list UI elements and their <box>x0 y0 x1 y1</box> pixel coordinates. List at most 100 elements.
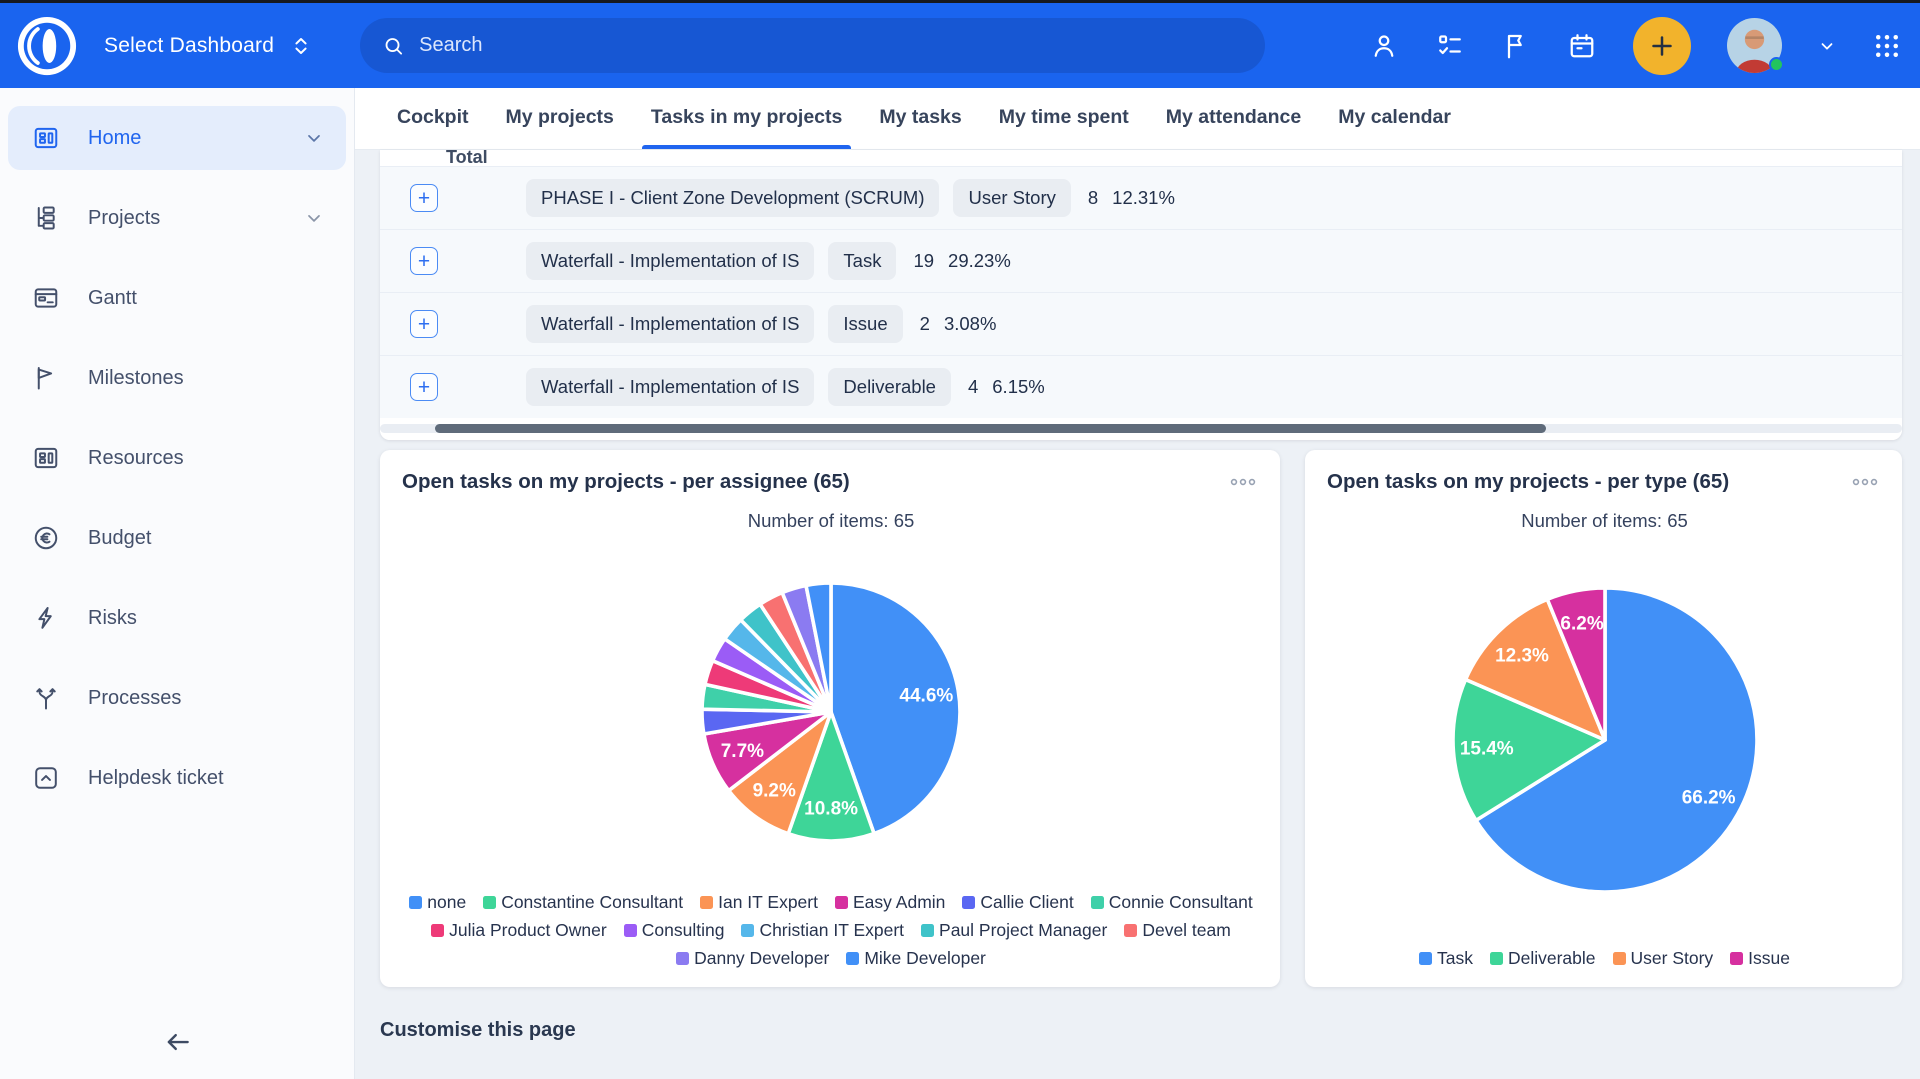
legend-item-consulting: Consulting <box>624 920 725 941</box>
project-pill: Waterfall - Implementation of IS <box>526 305 814 343</box>
pie-percent-label: 6.2% <box>1560 614 1603 635</box>
task-percent: 29.23% <box>948 250 1011 272</box>
milestones-icon <box>32 364 60 392</box>
dashboard-tabs: Cockpit My projects Tasks in my projects… <box>355 88 1920 150</box>
dashboard-selector[interactable]: Select Dashboard <box>104 33 312 59</box>
legend-item-none: none <box>409 892 466 913</box>
legend-color-chip <box>835 896 848 909</box>
sidebar-collapse-button[interactable] <box>0 1027 354 1057</box>
tab-my-calendar[interactable]: My calendar <box>1329 106 1460 149</box>
sidebar-item-home[interactable]: Home <box>8 106 346 170</box>
main-content: Cockpit My projects Tasks in my projects… <box>355 88 1920 1079</box>
table-row: + Waterfall - Implementation of IS Task … <box>380 229 1902 292</box>
sidebar-item-budget[interactable]: Budget <box>8 506 346 570</box>
legend-color-chip <box>676 952 689 965</box>
tab-cockpit[interactable]: Cockpit <box>388 106 478 149</box>
legend-item-christian-it-expert: Christian IT Expert <box>741 920 904 941</box>
tab-tasks-in-my-projects[interactable]: Tasks in my projects <box>642 106 851 149</box>
legend-color-chip <box>1419 952 1432 965</box>
sidebar-item-projects[interactable]: Projects <box>8 186 346 250</box>
total-row-label: Total <box>446 150 488 166</box>
legend-item-mike-developer: Mike Developer <box>846 948 986 969</box>
legend-item-task: Task <box>1419 948 1473 969</box>
easy-project-logo[interactable] <box>16 15 78 77</box>
clipped-total-row: Total <box>380 150 1902 166</box>
sidebar-item-milestones[interactable]: Milestones <box>8 346 346 410</box>
task-count: 2 <box>920 313 930 335</box>
legend-color-chip <box>1091 896 1104 909</box>
sidebar-item-helpdesk-ticket[interactable]: Helpdesk ticket <box>8 746 346 810</box>
legend-item-ian-it-expert: Ian IT Expert <box>700 892 818 913</box>
scrollbar-thumb[interactable] <box>435 424 1546 433</box>
task-list-icon[interactable] <box>1435 31 1465 61</box>
sidebar-item-resources[interactable]: Resources <box>8 426 346 490</box>
tab-my-attendance[interactable]: My attendance <box>1157 106 1310 149</box>
legend-color-chip <box>962 896 975 909</box>
sidebar-item-gantt[interactable]: Gantt <box>8 266 346 330</box>
tab-my-tasks[interactable]: My tasks <box>870 106 970 149</box>
budget-icon <box>32 524 60 552</box>
customise-page-link[interactable]: Customise this page <box>380 1019 576 1042</box>
pie-percent-label: 7.7% <box>721 741 764 762</box>
plus-icon <box>1647 31 1677 61</box>
legend-item-connie-consultant: Connie Consultant <box>1091 892 1253 913</box>
expand-row-button[interactable]: + <box>410 184 438 212</box>
home-icon <box>32 124 60 152</box>
tab-my-time-spent[interactable]: My time spent <box>990 106 1138 149</box>
legend-item-paul-project-manager: Paul Project Manager <box>921 920 1107 941</box>
kebab-menu-icon <box>1852 476 1878 488</box>
expand-row-button[interactable]: + <box>410 373 438 401</box>
legend-item-easy-admin: Easy Admin <box>835 892 945 913</box>
apps-grid-icon[interactable] <box>1872 31 1902 61</box>
collapse-arrow-icon <box>160 1027 194 1057</box>
pie-percent-label: 10.8% <box>804 799 858 820</box>
task-count: 19 <box>913 250 934 272</box>
legend-color-chip <box>1730 952 1743 965</box>
chart-legend: none Constantine Consultant Ian IT Exper… <box>409 892 1254 969</box>
sidebar-item-processes[interactable]: Processes <box>8 666 346 730</box>
legend-color-chip <box>483 896 496 909</box>
calendar-icon[interactable] <box>1567 31 1597 61</box>
table-row: + Waterfall - Implementation of IS Issue… <box>380 292 1902 355</box>
flag-icon[interactable] <box>1501 31 1531 61</box>
chevron-down-icon <box>304 208 324 228</box>
legend-item-julia-product-owner: Julia Product Owner <box>431 920 607 941</box>
helpdesk-icon <box>32 764 60 792</box>
pie-percent-label: 9.2% <box>753 780 796 801</box>
project-pill: Waterfall - Implementation of IS <box>526 242 814 280</box>
legend-color-chip <box>1490 952 1503 965</box>
type-pill: Task <box>828 242 896 280</box>
pie-chart: 66.2%15.4%12.3%6.2% <box>1449 584 1761 896</box>
chart-menu-button[interactable] <box>1226 472 1260 492</box>
legend-color-chip <box>1613 952 1626 965</box>
table-row: + Waterfall - Implementation of IS Deliv… <box>380 355 1902 418</box>
pie-percent-label: 44.6% <box>899 686 953 707</box>
legend-color-chip <box>741 924 754 937</box>
gantt-icon <box>32 284 60 312</box>
pie-percent-label: 66.2% <box>1681 788 1735 809</box>
chart-menu-button[interactable] <box>1848 472 1882 492</box>
tab-my-projects[interactable]: My projects <box>497 106 623 149</box>
expand-row-button[interactable]: + <box>410 310 438 338</box>
online-status-dot <box>1769 57 1784 72</box>
legend-item-danny-developer: Danny Developer <box>676 948 829 969</box>
chart-card-per-type: Open tasks on my projects - per type (65… <box>1305 450 1902 987</box>
search-bar <box>360 18 1265 73</box>
chart-subtitle: Number of items: 65 <box>402 510 1260 532</box>
search-input[interactable] <box>419 34 1243 57</box>
legend-item-callie-client: Callie Client <box>962 892 1073 913</box>
table-row: + PHASE I - Client Zone Development (SCR… <box>380 166 1902 229</box>
user-icon[interactable] <box>1369 31 1399 61</box>
legend-color-chip <box>624 924 637 937</box>
risks-icon <box>32 604 60 632</box>
user-avatar[interactable] <box>1727 18 1782 73</box>
add-new-button[interactable] <box>1633 17 1691 75</box>
sidebar-item-risks[interactable]: Risks <box>8 586 346 650</box>
task-percent: 12.31% <box>1112 187 1175 209</box>
pie-percent-label: 12.3% <box>1495 645 1549 666</box>
task-count: 8 <box>1088 187 1098 209</box>
resources-icon <box>32 444 60 472</box>
expand-row-button[interactable]: + <box>410 247 438 275</box>
avatar-chevron-down-icon[interactable] <box>1818 37 1836 55</box>
top-bar: Select Dashboard <box>0 3 1920 88</box>
